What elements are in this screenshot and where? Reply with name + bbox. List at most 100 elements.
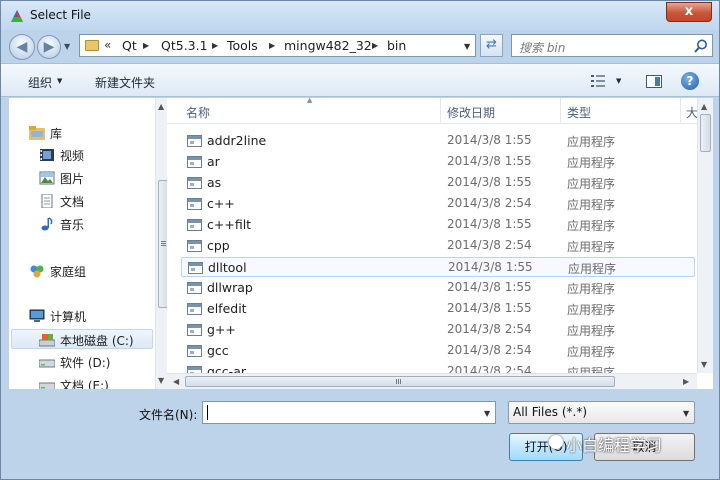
sidebar-item-label: 音乐 (60, 218, 85, 232)
file-row[interactable]: g++ 2014/3/8 2:54 应用程序 (181, 320, 695, 340)
sidebar-item-music[interactable]: 音乐 (39, 214, 149, 234)
file-row[interactable]: dlltool 2014/3/8 1:55 应用程序 (181, 257, 695, 277)
file-type: 应用程序 (567, 240, 616, 254)
file-row[interactable]: c++filt 2014/3/8 1:55 应用程序 (181, 215, 695, 235)
wechat-logo-icon (549, 435, 563, 449)
application-icon (187, 219, 202, 231)
sidebar-item-local-disk-c[interactable]: 本地磁盘 (C:) (11, 329, 153, 349)
sidebar-item-library[interactable]: 库 (29, 123, 149, 143)
scroll-up-icon[interactable]: ▲ (158, 102, 164, 111)
file-name: c++ (207, 196, 235, 211)
sidebar-item-label: 软件 (D:) (60, 356, 111, 370)
application-icon (187, 198, 202, 210)
sidebar-item-label: 文档 (60, 195, 85, 209)
help-icon[interactable]: ? (681, 72, 699, 90)
text-caret (207, 405, 208, 420)
file-name: addr2line (207, 133, 267, 148)
file-name: gcc (207, 343, 229, 358)
scroll-left-icon[interactable]: ◀ (173, 377, 179, 386)
sidebar-item-pictures[interactable]: 图片 (39, 168, 149, 188)
file-row[interactable]: elfedit 2014/3/8 1:55 应用程序 (181, 299, 695, 319)
scroll-up-icon[interactable]: ▲ (701, 102, 707, 111)
view-options-icon[interactable] (591, 75, 605, 87)
sidebar-item-label: 图片 (60, 172, 85, 186)
application-icon (188, 262, 203, 274)
sidebar-item-drive-d[interactable]: 软件 (D:) (39, 352, 149, 372)
file-row[interactable]: addr2line 2014/3/8 1:55 应用程序 (181, 131, 695, 151)
sidebar-item-homegroup[interactable]: 家庭组 (29, 261, 149, 281)
sidebar-item-label: 库 (50, 127, 63, 141)
column-type[interactable]: 类型 (567, 104, 591, 121)
file-row[interactable]: as 2014/3/8 1:55 应用程序 (181, 173, 695, 193)
breadcrumb-qt531[interactable]: Qt5.3.1 (161, 38, 208, 53)
back-button[interactable]: ◀ (9, 34, 35, 60)
scrollbar-thumb[interactable] (700, 114, 711, 152)
scroll-down-icon[interactable]: ▼ (701, 360, 707, 369)
application-icon (187, 135, 202, 147)
file-date: 2014/3/8 2:54 (447, 343, 532, 357)
breadcrumb-mingw[interactable]: mingw482_32 (284, 38, 372, 53)
preview-pane-icon[interactable] (646, 75, 662, 88)
file-date: 2014/3/8 1:55 (447, 154, 532, 168)
column-name[interactable]: 名称 (186, 104, 210, 121)
breadcrumb-overflow[interactable]: « (104, 38, 111, 52)
breadcrumb-arrow-icon[interactable]: ▶ (143, 41, 149, 50)
file-row[interactable]: c++ 2014/3/8 2:54 应用程序 (181, 194, 695, 214)
close-button[interactable]: x (666, 2, 712, 22)
breadcrumb-qt[interactable]: Qt (122, 38, 137, 53)
breadcrumb-bin[interactable]: bin (387, 38, 406, 53)
file-date: 2014/3/8 2:54 (447, 364, 532, 373)
file-row[interactable]: gcc-ar 2014/3/8 2:54 应用程序 (181, 362, 695, 373)
cancel-button[interactable]: 取消 (594, 433, 695, 461)
chevron-down-icon[interactable]: ▼ (616, 77, 621, 85)
breadcrumb-arrow-icon[interactable]: ▶ (372, 41, 378, 50)
filename-input[interactable]: ▼ (202, 401, 496, 424)
file-row[interactable]: dllwrap 2014/3/8 1:55 应用程序 (181, 278, 695, 298)
window-title: Select File (30, 8, 91, 22)
navigation-pane: 库 视频 图片 文档 音乐 家庭组 计算机 本地磁盘 (C:) 软件 (D:) … (9, 98, 170, 389)
refresh-button[interactable]: ⇄ (480, 34, 503, 57)
address-row: ◀ ▶ ▼ « Qt ▶ Qt5.3.1 ▶ Tools ▶ mingw482_… (1, 31, 719, 63)
dialog-footer: 文件名(N): ▼ All Files (*.*) ▼ 打开(O) 取消 小白编… (1, 391, 719, 479)
sidebar-item-label: 家庭组 (50, 265, 87, 279)
open-button[interactable]: 打开(O) (509, 433, 583, 461)
chevron-down-icon[interactable]: ▼ (683, 409, 689, 418)
file-type-filter[interactable]: All Files (*.*) ▼ (508, 401, 695, 424)
new-folder-button[interactable]: 新建文件夹 (95, 74, 155, 91)
scroll-down-icon[interactable]: ▼ (158, 376, 164, 385)
column-date-modified[interactable]: 修改日期 (447, 104, 495, 121)
file-name: g++ (207, 322, 236, 337)
search-placeholder: 搜索 bin (519, 41, 566, 55)
file-date: 2014/3/8 2:54 (447, 238, 532, 252)
sidebar-item-label: 计算机 (50, 310, 87, 324)
application-icon (187, 345, 202, 357)
breadcrumb-tools[interactable]: Tools (227, 38, 258, 53)
file-row[interactable]: cpp 2014/3/8 2:54 应用程序 (181, 236, 695, 256)
sidebar-item-label: 视频 (60, 149, 85, 163)
sidebar-item-computer[interactable]: 计算机 (29, 306, 149, 326)
sidebar-item-drive-e[interactable]: 文档 (E:) (39, 375, 149, 389)
address-bar[interactable]: « Qt ▶ Qt5.3.1 ▶ Tools ▶ mingw482_32 ▶ b… (79, 34, 476, 57)
file-type: 应用程序 (567, 135, 616, 149)
recent-locations-dropdown-icon[interactable]: ▼ (64, 42, 70, 51)
file-list-horizontal-scrollbar[interactable]: ◀ ▶ (167, 373, 697, 389)
file-name: cpp (207, 238, 230, 253)
chevron-down-icon[interactable]: ▼ (484, 409, 490, 418)
address-dropdown-icon[interactable]: ▼ (464, 42, 470, 51)
search-icon[interactable] (693, 38, 709, 54)
sidebar-item-documents[interactable]: 文档 (39, 191, 149, 211)
scrollbar-thumb[interactable] (185, 376, 615, 387)
file-row[interactable]: ar 2014/3/8 1:55 应用程序 (181, 152, 695, 172)
breadcrumb-arrow-icon[interactable]: ▶ (269, 41, 275, 50)
chevron-down-icon[interactable]: ▼ (57, 77, 62, 85)
file-row[interactable]: gcc 2014/3/8 2:54 应用程序 (181, 341, 695, 361)
drive-icon (39, 359, 55, 368)
scroll-right-icon[interactable]: ▶ (683, 377, 689, 386)
sidebar-item-video[interactable]: 视频 (39, 145, 149, 165)
search-input[interactable]: 搜索 bin (511, 34, 713, 57)
breadcrumb-arrow-icon[interactable]: ▶ (212, 41, 218, 50)
file-list-vertical-scrollbar[interactable]: ▲ ▼ (697, 98, 713, 373)
organize-menu[interactable]: 组织 (28, 74, 52, 91)
forward-button[interactable]: ▶ (37, 35, 61, 59)
application-icon (187, 282, 202, 294)
